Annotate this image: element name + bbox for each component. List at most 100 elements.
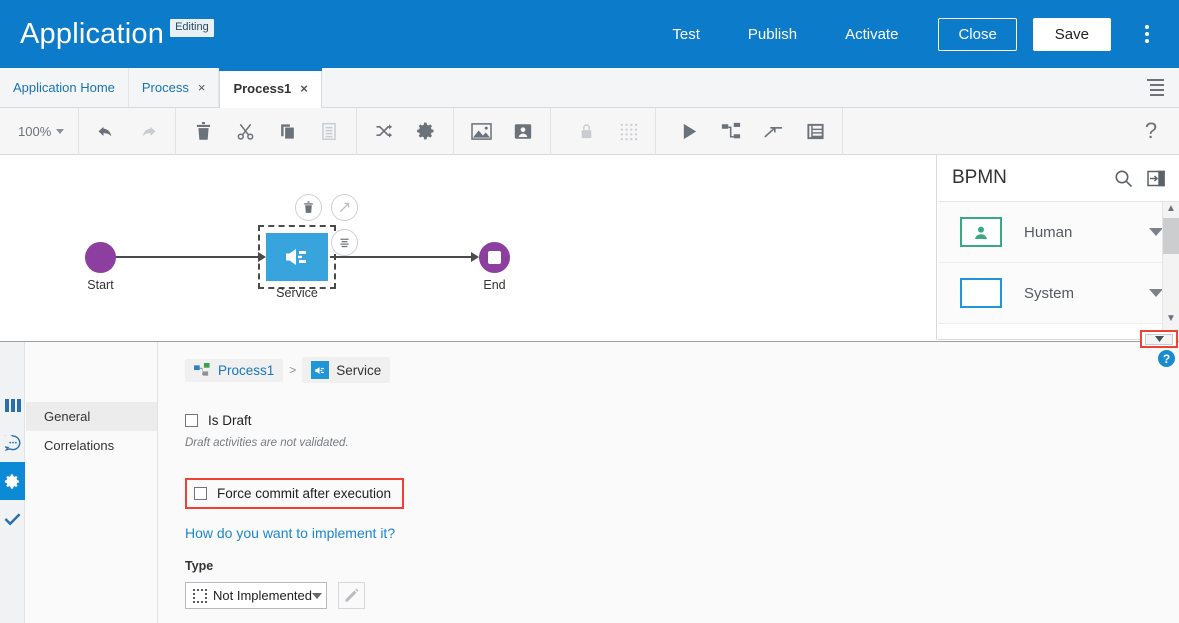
- play-icon[interactable]: [668, 111, 710, 151]
- is-draft-checkbox[interactable]: [185, 414, 198, 427]
- empty-box-icon: [960, 278, 1002, 308]
- breadcrumb-label: Process1: [218, 362, 275, 378]
- copy-icon[interactable]: [266, 111, 308, 151]
- help-bubble-icon[interactable]: ?: [1158, 350, 1175, 367]
- panel-collapse-icon[interactable]: [1147, 170, 1165, 187]
- nav-item-label: Correlations: [44, 438, 115, 453]
- breadcrumb-separator: >: [289, 363, 297, 377]
- header-actions: Test Publish Activate Close Save: [648, 14, 1179, 54]
- node-label: End: [483, 278, 506, 292]
- close-icon[interactable]: ×: [198, 81, 206, 94]
- delete-icon[interactable]: [182, 111, 224, 151]
- report-icon[interactable]: [794, 111, 836, 151]
- zoom-level-select[interactable]: 100%: [0, 124, 78, 139]
- process-diagram-icon: [194, 362, 210, 376]
- tab-application-home[interactable]: Application Home: [0, 68, 129, 107]
- connect-node-button[interactable]: [331, 194, 358, 221]
- service-plug-icon: [311, 361, 330, 379]
- check-icon[interactable]: [0, 500, 25, 538]
- insert-group: [454, 108, 550, 155]
- undo-icon[interactable]: [85, 111, 127, 151]
- selection-outline: [258, 225, 336, 289]
- nav-item-general[interactable]: General: [26, 402, 157, 431]
- merge-icon[interactable]: [752, 111, 794, 151]
- data-columns-icon[interactable]: [0, 386, 25, 424]
- lock-icon: [565, 111, 607, 151]
- force-commit-checkbox-row[interactable]: Force commit after execution: [185, 478, 405, 509]
- zoom-level-value: 100%: [18, 123, 52, 139]
- chevron-down-icon[interactable]: [1149, 228, 1163, 236]
- history-group: [79, 108, 175, 155]
- close-button[interactable]: Close: [938, 17, 1017, 51]
- tab-process1[interactable]: Process1 ×: [219, 68, 323, 108]
- palette-header-actions: [1114, 169, 1165, 188]
- flow-arrow-2: [471, 252, 479, 262]
- breadcrumb: Process1 > Service: [159, 342, 1179, 383]
- person-icon: [960, 217, 1002, 247]
- draft-hint-text: Draft activities are not validated.: [185, 437, 349, 449]
- cut-icon[interactable]: [224, 111, 266, 151]
- comment-icon[interactable]: [0, 424, 25, 462]
- chevron-down-icon: [56, 128, 65, 134]
- run-group: [656, 108, 842, 155]
- palette-scrollbar[interactable]: ▲ ▼: [1162, 202, 1179, 339]
- is-draft-label: Is Draft: [208, 413, 252, 428]
- delete-node-button[interactable]: [295, 194, 322, 221]
- node-start[interactable]: Start: [85, 242, 116, 292]
- diagram-canvas[interactable]: Start Service End: [0, 155, 937, 340]
- test-button[interactable]: Test: [648, 26, 724, 43]
- save-button[interactable]: Save: [1032, 17, 1111, 51]
- type-field-label: Type: [185, 559, 214, 573]
- activate-button[interactable]: Activate: [821, 26, 922, 43]
- lock-grid-group: [551, 108, 655, 155]
- not-implemented-icon: [193, 588, 207, 603]
- grid-icon: [607, 111, 649, 151]
- node-end[interactable]: End: [479, 242, 510, 292]
- palette-item-system[interactable]: System: [938, 263, 1179, 324]
- gear-icon[interactable]: [0, 462, 25, 500]
- scroll-down-icon[interactable]: ▼: [1166, 312, 1176, 326]
- publish-button[interactable]: Publish: [724, 26, 821, 43]
- scrollbar-thumb[interactable]: [1162, 218, 1179, 254]
- status-badge: Editing: [170, 19, 214, 37]
- scroll-up-icon[interactable]: ▲: [1166, 202, 1176, 216]
- application-window: Application Editing Test Publish Activat…: [0, 0, 1179, 623]
- panel-collapse-button[interactable]: [1140, 330, 1178, 348]
- sequence-flow-1[interactable]: [116, 256, 264, 258]
- paste-icon: [308, 111, 350, 151]
- type-select[interactable]: Not Implemented: [185, 582, 327, 609]
- implement-help-link[interactable]: How do you want to implement it?: [185, 525, 1179, 541]
- shuffle-icon[interactable]: [363, 111, 405, 151]
- sequence-flow-2[interactable]: [330, 256, 477, 258]
- tab-list-icon[interactable]: [1131, 68, 1179, 107]
- tab-bar: Application Home Process × Process1 ×: [0, 68, 1179, 108]
- user-card-icon[interactable]: [502, 111, 544, 151]
- clipboard-group: [176, 108, 356, 155]
- kebab-menu-icon[interactable]: [1127, 14, 1167, 54]
- nav-item-correlations[interactable]: Correlations: [26, 431, 157, 460]
- node-service[interactable]: Service: [258, 225, 336, 300]
- type-select-value: Not Implemented: [213, 588, 312, 603]
- help-icon[interactable]: ?: [1123, 108, 1179, 155]
- force-commit-checkbox[interactable]: [194, 487, 207, 500]
- chevron-down-icon: [312, 592, 322, 599]
- start-event-shape: [85, 242, 116, 273]
- image-icon[interactable]: [460, 111, 502, 151]
- tab-process[interactable]: Process ×: [129, 68, 220, 107]
- tab-label: Process: [141, 80, 189, 95]
- breadcrumb-process1[interactable]: Process1: [185, 358, 284, 382]
- node-label: Start: [87, 278, 114, 292]
- close-icon[interactable]: ×: [300, 82, 308, 95]
- is-draft-checkbox-row[interactable]: Is Draft: [185, 413, 1179, 428]
- breadcrumb-service[interactable]: Service: [302, 357, 391, 383]
- node-menu-button[interactable]: [331, 229, 358, 256]
- edit-type-button[interactable]: [338, 582, 365, 609]
- flow-icon[interactable]: [710, 111, 752, 151]
- pencil-icon: [345, 588, 359, 602]
- settings-gear-icon[interactable]: [405, 111, 447, 151]
- palette-item-human[interactable]: Human: [938, 202, 1179, 263]
- type-field-row: Not Implemented: [185, 582, 1179, 609]
- palette-item-label: Human: [1024, 223, 1073, 241]
- search-icon[interactable]: [1114, 169, 1133, 188]
- chevron-down-icon[interactable]: [1149, 289, 1163, 297]
